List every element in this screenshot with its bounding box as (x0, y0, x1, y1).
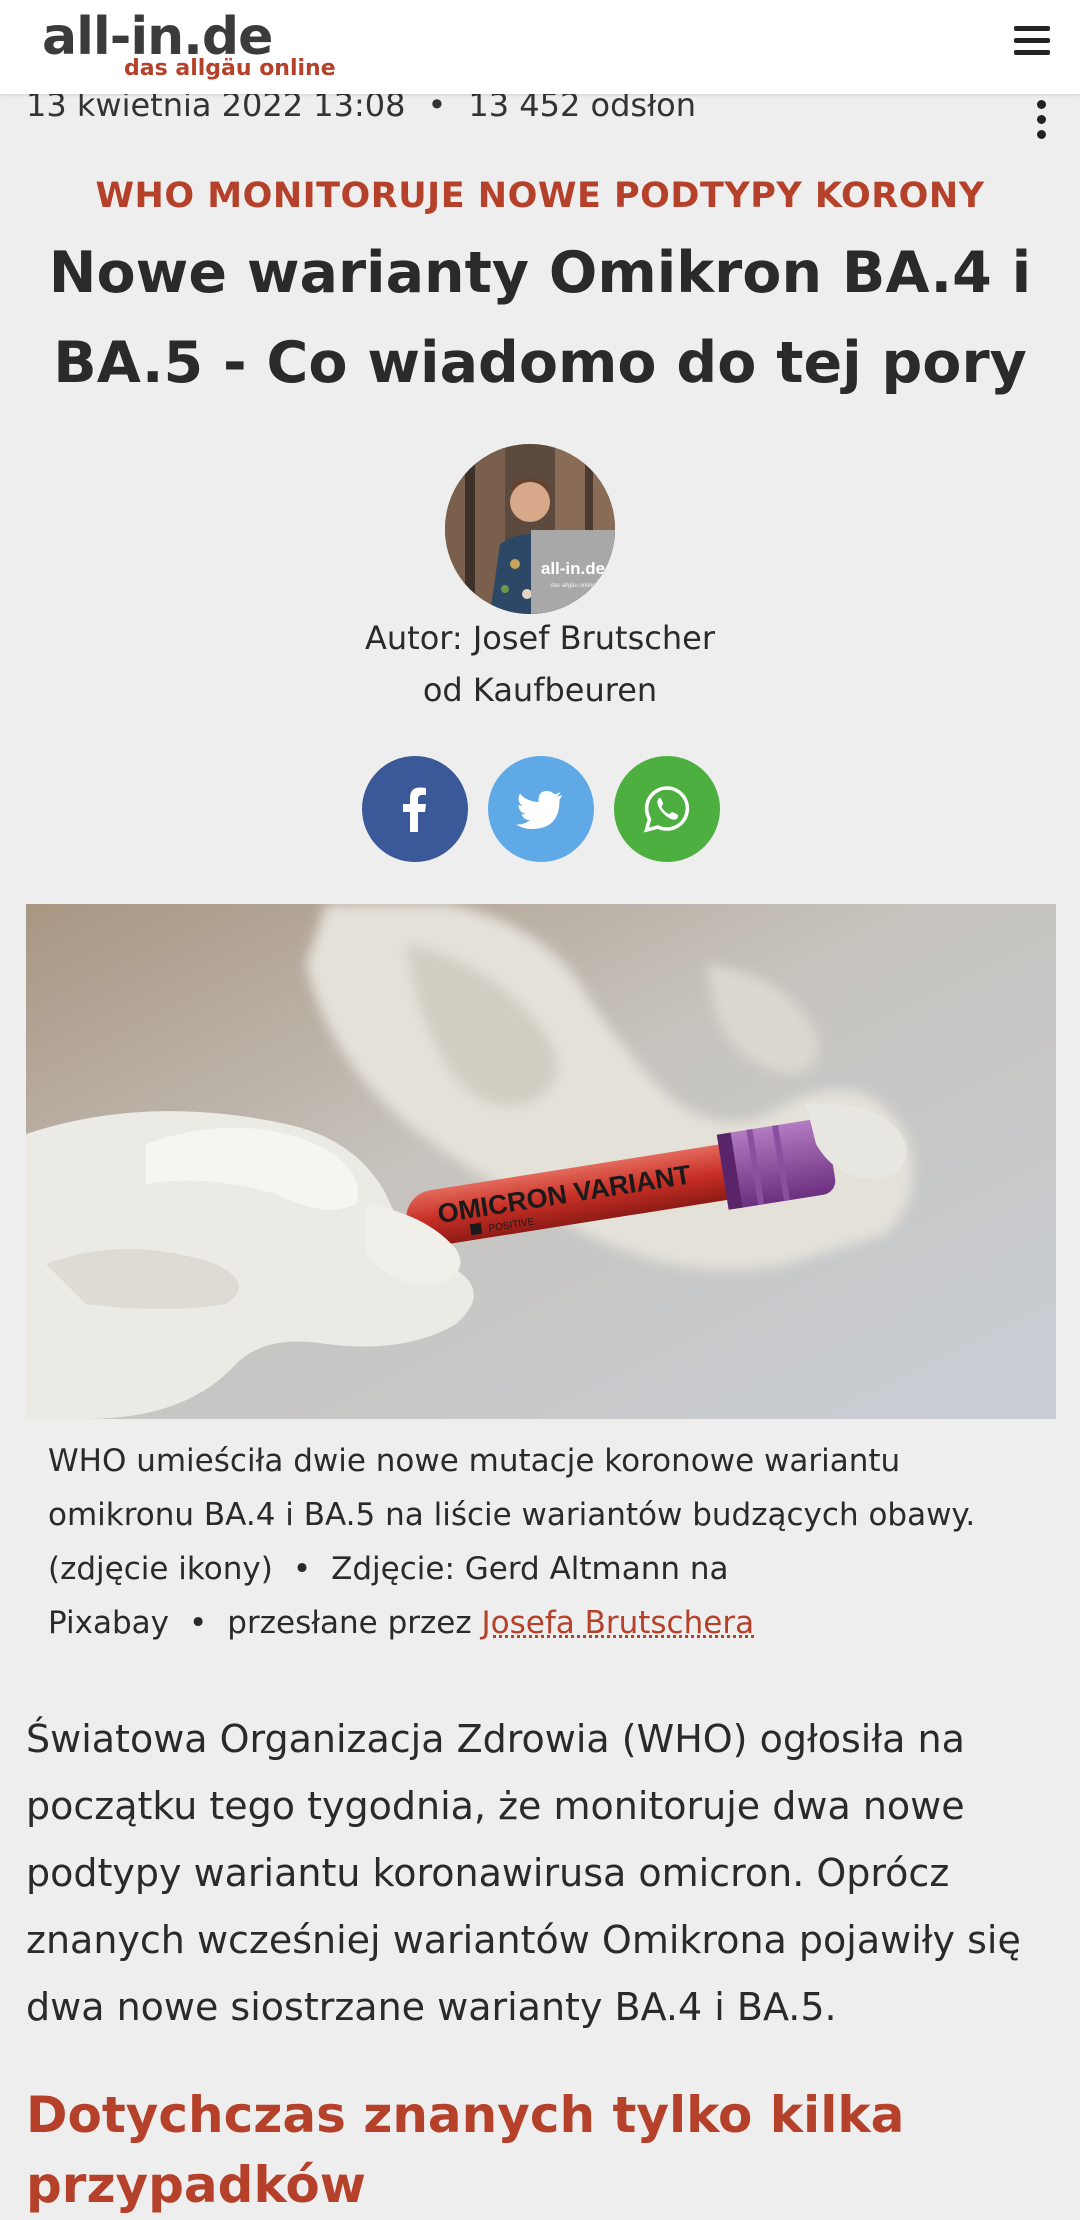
share-facebook-button[interactable] (362, 756, 468, 862)
article-subheading: Dotychczas znanych tylko kilka przypadkó… (26, 2086, 905, 2214)
photo-credit-source: Pixabay (48, 1605, 169, 1641)
top-bar: all-in.de das allgäu online (0, 0, 1080, 94)
uploaded-by-label: przesłane przez (227, 1605, 472, 1641)
caption-icon-note: (zdjęcie ikony) (48, 1551, 273, 1587)
author-name[interactable]: Autor: Josef Brutscher (0, 612, 1080, 664)
avatar-badge-subtext: das allgäu online (550, 583, 596, 589)
hero-image[interactable]: OMICRON VARIANT POSITIVE (26, 904, 1056, 1419)
photo-credit: Zdjęcie: Gerd Altmann na (331, 1551, 729, 1587)
author-avatar[interactable]: all-in.de das allgäu online (445, 444, 615, 614)
author-location: od Kaufbeuren (422, 671, 658, 709)
caption-separator: • (292, 1551, 312, 1587)
share-twitter-button[interactable] (488, 756, 594, 862)
uploader-link[interactable]: Josefa Brutschera (482, 1605, 755, 1641)
article-lead: Światowa Organizacja Zdrowia (WHO) ogłos… (26, 1717, 1021, 2029)
avatar-badge-text: all-in.de (541, 559, 605, 578)
whatsapp-icon (643, 786, 690, 833)
caption-text: WHO umieściła dwie nowe mutacje koronowe… (48, 1443, 976, 1533)
caption-separator-2: • (189, 1605, 208, 1641)
article-kicker: WHO MONITORUJE NOWE PODTYPY KORONY (95, 176, 985, 216)
menu-icon[interactable] (1014, 26, 1050, 62)
author-info: Autor: Josef Brutscher od Kaufbeuren (0, 612, 1080, 716)
article-title: Nowe warianty Omikron BA.4 i BA.5 - Co w… (48, 240, 1032, 396)
image-caption: WHO umieściła dwie nowe mutacje koronowe… (48, 1434, 1048, 1650)
share-whatsapp-button[interactable] (614, 756, 720, 862)
more-options-icon[interactable] (1034, 100, 1048, 144)
site-logo-tagline: das allgäu online (124, 56, 336, 81)
twitter-icon (516, 791, 562, 829)
facebook-icon (403, 787, 426, 832)
